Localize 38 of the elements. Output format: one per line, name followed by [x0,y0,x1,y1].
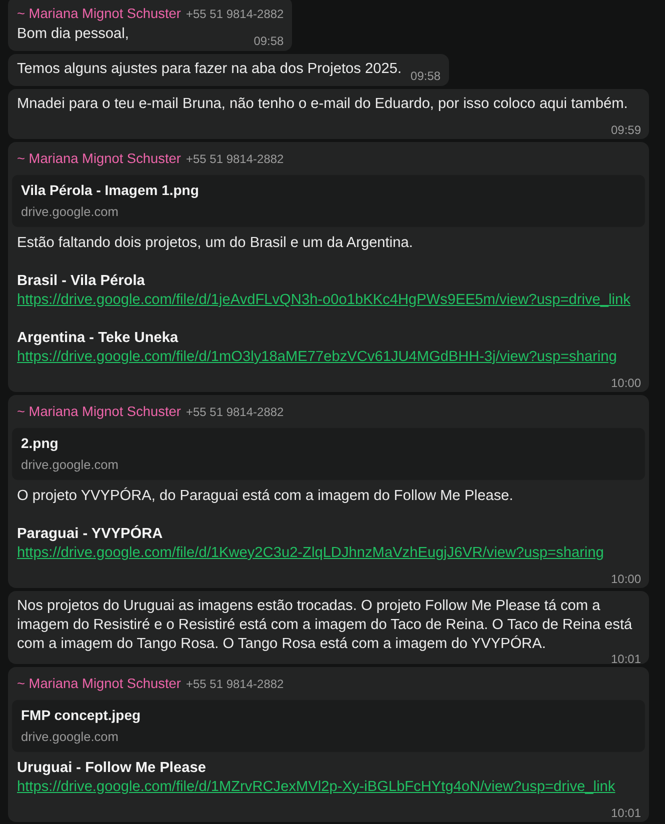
sender-name: ~ Mariana Mignot Schuster [17,675,181,693]
preview-domain: drive.google.com [21,728,120,746]
preview-title: FMP concept.jpeg [21,706,142,725]
message-text: Mnadei para o teu e-mail Bruna, não tenho o e-mail do Eduardo, por isso coloco aqui também. [17,96,628,112]
sender-phone: +55 51 9814-2882 [186,151,284,168]
message-text: O projeto YVYPÓRA, do Paraguai está com a imagem do Follow Me Please. [17,488,514,504]
sender-phone: +55 51 9814-2882 [186,404,284,421]
message-time: 10:00 [610,376,641,391]
sender-phone: +55 51 9814-2882 [186,676,284,693]
message-time: 10:01 [610,653,641,665]
preview-domain: drive.google.com [21,456,120,474]
drive-link[interactable]: https://drive.google.com/file/d/1jeAvdFLvQN3h-o0o1bKKc4HgPWs9EE5m/view?usp=drive_link [17,292,630,308]
message-time: 09:58 [254,34,284,49]
preview-title: 2.png [21,434,60,453]
message-text: Bom dia pessoal, [17,26,129,42]
message-text: Argentina - Teke Uneka [17,330,178,346]
message-text: Brasil - Vila Pérola [17,273,145,289]
sender-phone: +55 51 9814-2882 [186,6,284,23]
sender-name: ~ Mariana Mignot Schuster [17,403,181,421]
message-text: Temos alguns ajustes para fazer na aba dos Projetos 2025. [17,61,402,77]
link-preview[interactable]: FMP concept.jpeg drive.google.com [12,700,645,752]
drive-link[interactable]: https://drive.google.com/file/d/1Kwey2C3u2-ZlqLDJhnzMaVzhEugjJ6VR/view?usp=sharing [17,545,604,561]
message-time: 09:58 [410,69,441,84]
message-text: Uruguai - Follow Me Please [17,760,206,776]
message-time: 10:01 [610,806,641,821]
preview-domain: drive.google.com [21,203,120,221]
message-text: Estão faltando dois projetos, um do Brasil e um da Argentina. [17,235,413,251]
message-text: Paraguai - YVYPÓRA [17,526,163,542]
message-text: Nos projetos do Uruguai as imagens estão trocadas. O projeto Follow Me Please tá com a imagem do Resistiré e o Resistiré está com a imagem do Taco de Reina. O Taco de Reina está com a imagem do Tango Rosa. O Tango Rosa está com a imagem do YVYPÓRA. [17,598,632,652]
preview-title: Vila Pérola - Imagem 1.png [21,181,200,200]
sender-name: ~ Mariana Mignot Schuster [17,150,181,168]
message-time: 09:59 [610,123,641,138]
drive-link[interactable]: https://drive.google.com/file/d/1mO3ly18aME77ebzVCv61JU4MGdBHH-3j/view?usp=sharing [17,349,617,365]
link-preview[interactable]: 2.png drive.google.com [12,428,645,480]
message-time: 10:00 [610,572,641,587]
drive-link[interactable]: https://drive.google.com/file/d/1MZrvRCJexMVl2p-Xy-iBGLbFcHYtg4oN/view?usp=drive_link [17,779,616,795]
sender-name: ~ Mariana Mignot Schuster [17,5,181,23]
link-preview[interactable]: Vila Pérola - Imagem 1.png drive.google.com [12,175,645,227]
